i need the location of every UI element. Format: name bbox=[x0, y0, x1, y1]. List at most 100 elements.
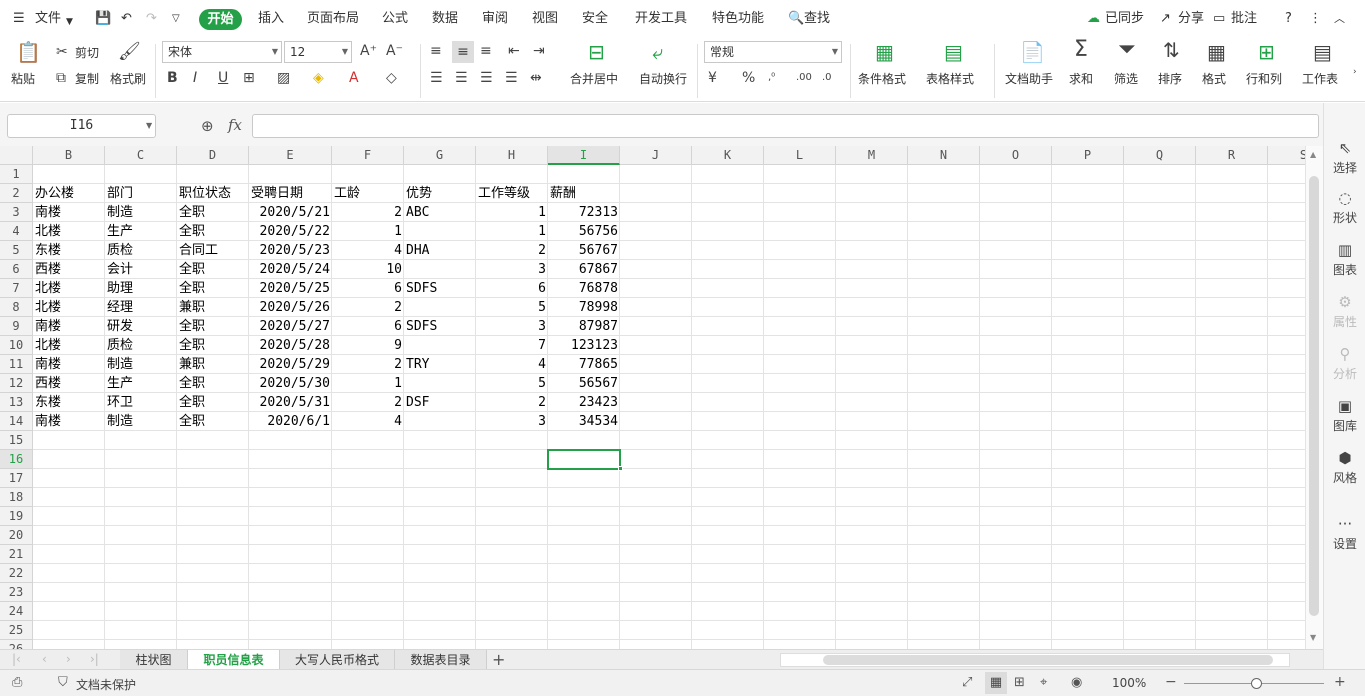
zoom-out-icon[interactable]: − bbox=[1165, 674, 1177, 690]
row-col-button[interactable]: 行和列 bbox=[1246, 72, 1282, 86]
font-size-select[interactable]: 12 ▼ bbox=[284, 41, 352, 63]
tab-special[interactable]: 特色功能 bbox=[712, 10, 764, 28]
tab-formula[interactable]: 公式 bbox=[382, 10, 408, 28]
row-header[interactable]: 11 bbox=[0, 355, 33, 374]
table-cell[interactable]: 56767 bbox=[548, 241, 620, 260]
sidebar-item-analysis[interactable]: ⚲ 分析 bbox=[1324, 345, 1365, 382]
column-header[interactable]: D bbox=[177, 146, 249, 165]
align-middle-icon[interactable]: ≡ bbox=[452, 41, 474, 63]
number-format-select[interactable]: 常规 ▼ bbox=[704, 41, 842, 63]
table-cell[interactable]: 123123 bbox=[548, 336, 620, 355]
table-cell[interactable]: 北楼 bbox=[33, 222, 105, 241]
column-header[interactable]: S bbox=[1268, 146, 1305, 165]
file-menu[interactable]: 文件 bbox=[35, 10, 61, 28]
cut-button[interactable]: 剪切 bbox=[75, 46, 99, 60]
vertical-scrollbar[interactable]: ▲ ▼ bbox=[1305, 146, 1323, 649]
row-header[interactable]: 19 bbox=[0, 507, 33, 526]
table-cell[interactable]: 1 bbox=[332, 374, 404, 393]
doc-helper-icon[interactable]: 📄 bbox=[1020, 42, 1045, 62]
table-cell[interactable]: 2020/5/22 bbox=[249, 222, 332, 241]
align-right-icon[interactable]: ☰ bbox=[480, 70, 493, 86]
table-cell[interactable]: 2020/5/28 bbox=[249, 336, 332, 355]
table-cell[interactable]: 2020/5/24 bbox=[249, 260, 332, 279]
sync-status[interactable]: 已同步 bbox=[1105, 10, 1144, 28]
row-header[interactable]: 6 bbox=[0, 260, 33, 279]
search-icon[interactable]: 🔍 bbox=[788, 10, 804, 28]
decrease-decimal-icon[interactable]: .0 bbox=[822, 70, 832, 86]
table-cell[interactable]: 南楼 bbox=[33, 317, 105, 336]
table-cell[interactable]: 生产 bbox=[105, 374, 177, 393]
table-cell[interactable]: 87987 bbox=[548, 317, 620, 336]
column-header[interactable]: P bbox=[1052, 146, 1124, 165]
table-cell[interactable]: 2 bbox=[476, 241, 548, 260]
table-cell[interactable]: 全职 bbox=[177, 374, 249, 393]
decrease-font-icon[interactable]: A⁻ bbox=[386, 43, 403, 59]
column-header[interactable]: H bbox=[476, 146, 548, 165]
selected-cell[interactable] bbox=[547, 449, 621, 470]
menu-icon[interactable]: ☰ bbox=[13, 10, 25, 28]
tab-security[interactable]: 安全 bbox=[582, 10, 608, 28]
copy-button[interactable]: 复制 bbox=[75, 72, 99, 86]
table-cell[interactable]: 全职 bbox=[177, 336, 249, 355]
find-button[interactable]: 查找 bbox=[804, 10, 830, 28]
table-cell[interactable]: 23423 bbox=[548, 393, 620, 412]
column-header[interactable]: N bbox=[908, 146, 980, 165]
table-header-cell[interactable]: 薪酬 bbox=[548, 184, 620, 203]
table-cell[interactable]: 2020/5/23 bbox=[249, 241, 332, 260]
chevron-down-icon[interactable]: ▼ bbox=[146, 121, 152, 130]
tab-home[interactable]: 开始 bbox=[199, 9, 242, 30]
column-header[interactable]: R bbox=[1196, 146, 1268, 165]
table-cell[interactable]: 全职 bbox=[177, 203, 249, 222]
help-icon[interactable]: ? bbox=[1285, 10, 1292, 28]
hscroll-thumb[interactable] bbox=[823, 655, 1273, 665]
increase-decimal-icon[interactable]: .00 bbox=[796, 70, 812, 86]
scroll-down-icon[interactable]: ▼ bbox=[1310, 633, 1316, 642]
row-header[interactable]: 7 bbox=[0, 279, 33, 298]
table-cell[interactable]: 9 bbox=[332, 336, 404, 355]
normal-view-icon[interactable]: ▦ bbox=[985, 672, 1007, 694]
table-cell[interactable] bbox=[404, 412, 476, 431]
table-cell[interactable]: 3 bbox=[476, 317, 548, 336]
table-cell[interactable]: 2 bbox=[332, 203, 404, 222]
percent-icon[interactable]: % bbox=[742, 70, 755, 86]
row-header[interactable]: 20 bbox=[0, 526, 33, 545]
table-cell[interactable]: 全职 bbox=[177, 222, 249, 241]
table-cell[interactable]: 2 bbox=[332, 298, 404, 317]
underline-icon[interactable]: U bbox=[218, 70, 228, 86]
sidebar-item-select[interactable]: ⇖ 选择 bbox=[1324, 139, 1365, 176]
row-header[interactable]: 21 bbox=[0, 545, 33, 564]
worksheet-icon[interactable]: ▤ bbox=[1313, 42, 1332, 62]
table-cell[interactable]: 西楼 bbox=[33, 374, 105, 393]
table-cell[interactable] bbox=[404, 336, 476, 355]
share-button[interactable]: 分享 bbox=[1178, 10, 1204, 28]
table-cell[interactable]: DHA bbox=[404, 241, 476, 260]
table-cell[interactable]: 3 bbox=[476, 412, 548, 431]
format-painter-button[interactable]: 格式刷 bbox=[110, 72, 146, 86]
table-cell[interactable]: 4 bbox=[476, 355, 548, 374]
column-header[interactable]: L bbox=[764, 146, 836, 165]
row-header[interactable]: 24 bbox=[0, 602, 33, 621]
table-cell[interactable]: 1 bbox=[476, 203, 548, 222]
table-cell[interactable]: 6 bbox=[476, 279, 548, 298]
table-cell[interactable]: 2020/5/21 bbox=[249, 203, 332, 222]
table-header-cell[interactable]: 工作等级 bbox=[476, 184, 548, 203]
table-cell[interactable]: 2020/5/25 bbox=[249, 279, 332, 298]
row-header[interactable]: 14 bbox=[0, 412, 33, 431]
row-header[interactable]: 17 bbox=[0, 469, 33, 488]
table-cell[interactable]: 2020/5/30 bbox=[249, 374, 332, 393]
more-icon[interactable]: ⋮ bbox=[1309, 10, 1322, 28]
tab-data[interactable]: 数据 bbox=[432, 10, 458, 28]
sidebar-item-settings[interactable]: ··· 设置 bbox=[1324, 515, 1365, 552]
chevron-down-icon[interactable]: ▼ bbox=[66, 13, 73, 31]
indent-decrease-icon[interactable]: ⇤ bbox=[508, 43, 520, 59]
table-header-cell[interactable]: 部门 bbox=[105, 184, 177, 203]
table-cell[interactable]: 67867 bbox=[548, 260, 620, 279]
table-cell[interactable]: 全职 bbox=[177, 260, 249, 279]
table-cell[interactable]: 5 bbox=[476, 374, 548, 393]
column-header[interactable]: B bbox=[33, 146, 105, 165]
row-header[interactable]: 4 bbox=[0, 222, 33, 241]
sheet-tab-staff-info[interactable]: 职员信息表 bbox=[188, 650, 280, 670]
table-cell[interactable]: 72313 bbox=[548, 203, 620, 222]
table-cell[interactable]: 西楼 bbox=[33, 260, 105, 279]
table-cell[interactable]: 1 bbox=[476, 222, 548, 241]
